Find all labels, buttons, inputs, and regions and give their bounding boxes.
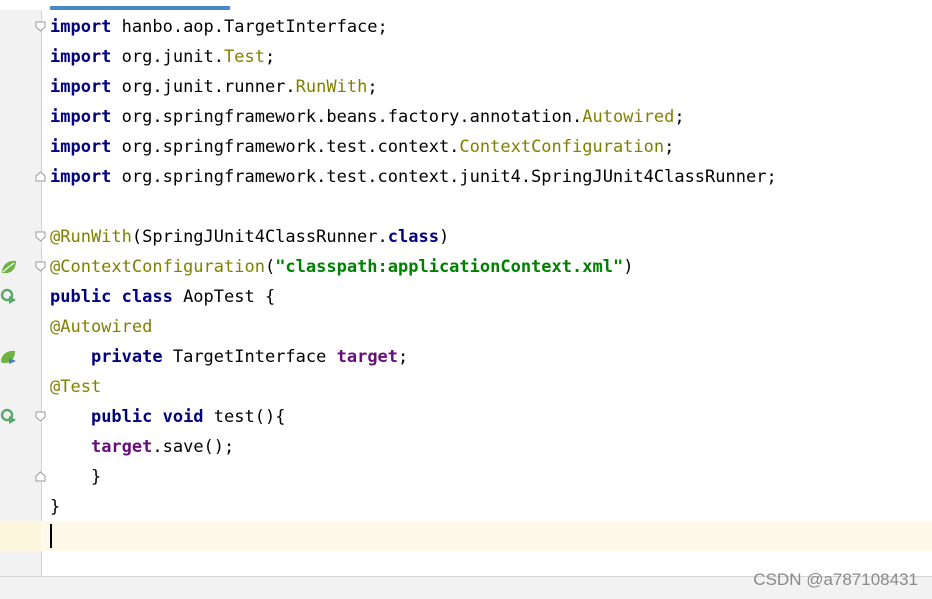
code-token: ) (438, 227, 450, 247)
code-line[interactable]: } (50, 462, 777, 492)
code-line[interactable]: import hanbo.aop.TargetInterface; (50, 12, 777, 42)
fold-start-icon[interactable] (35, 231, 46, 242)
code-token: RunWith (295, 77, 368, 97)
code-token: public void (90, 407, 204, 427)
fold-start-icon[interactable] (35, 261, 46, 272)
code-token: target (90, 437, 153, 457)
code-content[interactable]: import hanbo.aop.TargetInterface; import … (50, 12, 777, 552)
code-line[interactable] (50, 522, 777, 552)
watermark: CSDN @a787108431 (753, 570, 918, 589)
code-token: ) (623, 257, 634, 277)
code-line[interactable]: @Autowired (50, 312, 777, 342)
active-tab-indicator[interactable] (50, 6, 230, 10)
code-token: target (336, 347, 399, 367)
code-token: AopTest { (172, 287, 276, 307)
code-token: Test (224, 47, 265, 67)
code-token: class (387, 227, 439, 247)
code-line[interactable]: import org.junit.runner.RunWith; (50, 72, 777, 102)
code-token: (SpringJUnit4ClassRunner. (131, 227, 388, 247)
code-token: import (50, 107, 112, 127)
code-token: ; (398, 347, 409, 367)
autowired-bean-icon[interactable] (0, 348, 18, 366)
code-token: public class (50, 287, 173, 307)
code-token: ContextConfiguration (459, 137, 665, 157)
code-token: org.junit.runner. (111, 77, 296, 97)
code-token: test(){ (203, 407, 286, 427)
fold-end-icon[interactable] (35, 171, 46, 182)
code-line[interactable]: @Test (50, 372, 777, 402)
code-token: ( (264, 257, 276, 277)
code-token: @ContextConfiguration (50, 257, 265, 277)
code-line[interactable]: public class AopTest { (50, 282, 777, 312)
code-token: ; (367, 77, 378, 97)
code-line[interactable]: target.save(); (50, 432, 777, 462)
code-line[interactable]: import org.springframework.test.context.… (50, 162, 777, 192)
code-token: .save(); (152, 437, 235, 457)
run-test-icon[interactable] (0, 288, 18, 306)
code-token: import (50, 137, 112, 157)
code-line[interactable]: } (50, 492, 777, 522)
code-token: private (90, 347, 163, 367)
editor-tab-bar (0, 0, 932, 10)
fold-start-icon[interactable] (35, 21, 46, 32)
code-token: @Test (50, 377, 102, 397)
code-token: ; (674, 107, 685, 127)
fold-end-icon[interactable] (35, 471, 46, 482)
code-editor[interactable]: import hanbo.aop.TargetInterface; import … (0, 0, 932, 599)
code-token: import (50, 167, 112, 187)
run-test-icon[interactable] (0, 408, 18, 426)
code-token: ; (664, 137, 675, 157)
code-token: org.springframework.test.context.junit4.… (111, 167, 777, 187)
code-token: TargetInterface (162, 347, 337, 367)
code-token: @RunWith (50, 227, 132, 247)
code-token: org.springframework.beans.factory.annota… (111, 107, 583, 127)
code-line[interactable]: import org.springframework.test.context.… (50, 132, 777, 162)
code-token: Autowired (582, 107, 675, 127)
code-token: ; (264, 47, 276, 67)
code-line[interactable]: import org.springframework.beans.factory… (50, 102, 777, 132)
code-token: hanbo.aop.TargetInterface; (111, 17, 388, 37)
code-token: @Autowired (50, 317, 153, 337)
code-line[interactable]: @ContextConfiguration("classpath:applica… (50, 252, 777, 282)
code-token: org.springframework.test.context. (111, 137, 460, 157)
spring-bean-icon[interactable] (0, 258, 18, 276)
text-caret (50, 524, 52, 548)
code-token: import (50, 17, 112, 37)
code-token: } (50, 467, 102, 487)
code-token: } (50, 497, 61, 517)
code-token: import (50, 47, 112, 67)
code-line[interactable]: import org.junit.Test; (50, 42, 777, 72)
code-token: import (50, 77, 112, 97)
code-line[interactable]: public void test(){ (50, 402, 777, 432)
code-line[interactable] (50, 192, 777, 222)
code-token: org.junit. (111, 47, 225, 67)
code-line[interactable]: private TargetInterface target; (50, 342, 777, 372)
fold-start-icon[interactable] (35, 411, 46, 422)
code-line[interactable]: @RunWith(SpringJUnit4ClassRunner.class) (50, 222, 777, 252)
code-token: "classpath:applicationContext.xml" (275, 257, 624, 277)
